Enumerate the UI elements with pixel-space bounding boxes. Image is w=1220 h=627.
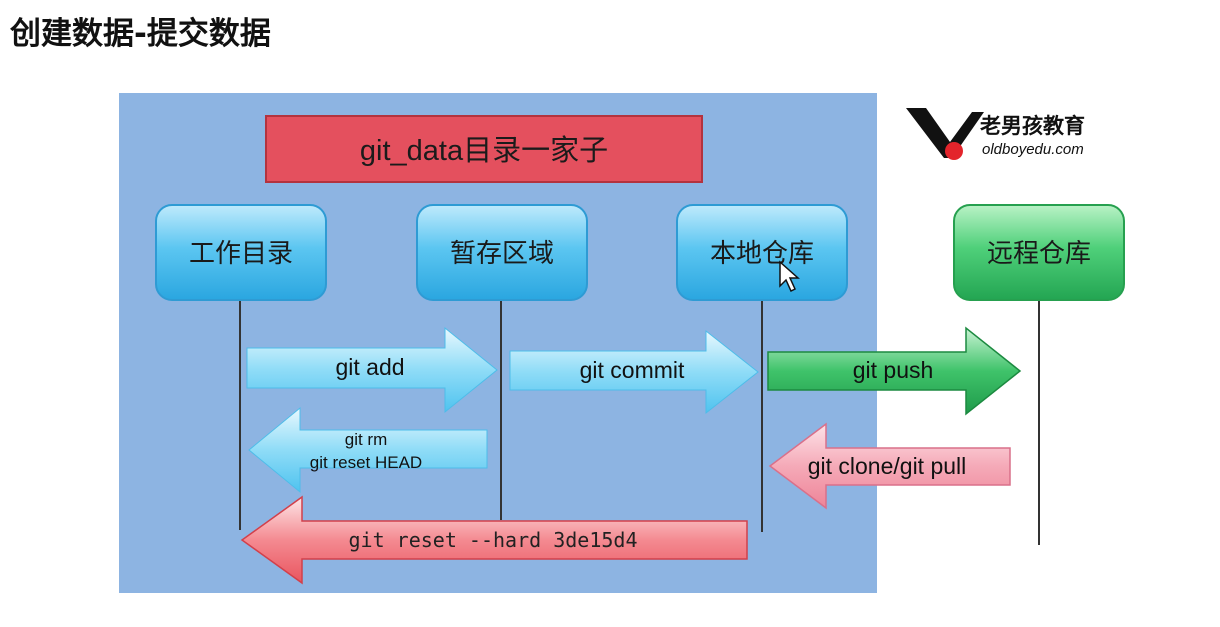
logo: 老男孩教育 oldboyedu.com: [906, 108, 1085, 160]
node-local-repo: 本地仓库: [676, 204, 848, 301]
arrow-git-add-label: git add: [335, 354, 404, 380]
banner: git_data目录一家子: [265, 115, 703, 183]
node-remote-repo: 远程仓库: [953, 204, 1125, 301]
node-workdir-label: 工作目录: [189, 239, 293, 269]
banner-text: git_data目录一家子: [360, 134, 608, 167]
logo-site: oldboyedu.com: [982, 141, 1084, 158]
arrow-git-rm-label-2: git reset HEAD: [310, 453, 422, 472]
arrow-git-push-label: git push: [853, 357, 934, 383]
node-staging: 暂存区域: [416, 204, 588, 301]
node-workdir: 工作目录: [155, 204, 327, 301]
arrow-git-commit-label: git commit: [580, 357, 685, 383]
node-staging-label: 暂存区域: [450, 239, 554, 269]
arrow-git-clone-pull-label: git clone/git pull: [808, 453, 967, 479]
arrow-git-rm-label-1: git rm: [345, 430, 388, 449]
logo-name: 老男孩教育: [980, 114, 1085, 138]
node-local-repo-label: 本地仓库: [710, 239, 814, 269]
node-remote-repo-label: 远程仓库: [987, 239, 1091, 269]
logo-dot-icon: [945, 142, 963, 160]
logo-v-icon: [906, 108, 984, 158]
git-workflow-diagram: git_data目录一家子 老男孩教育 oldboyedu.com 工作目录 暂…: [119, 93, 1125, 593]
arrow-git-reset-hard-label: git reset --hard 3de15d4: [349, 528, 638, 552]
